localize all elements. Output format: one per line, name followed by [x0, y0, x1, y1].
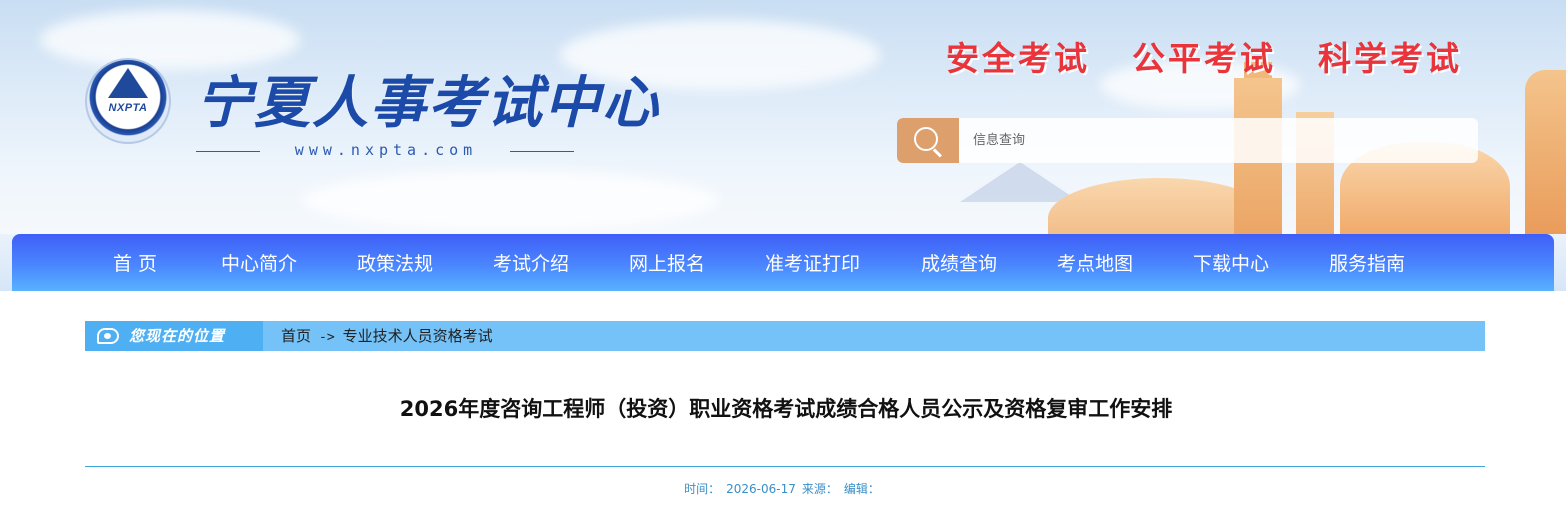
- meta-time-label: 时间：: [684, 482, 721, 496]
- breadcrumb-label-text: 您现在的位置: [129, 327, 226, 345]
- site-url: www.nxpta.com: [294, 141, 478, 159]
- slogan-safe: 安全考试: [946, 39, 1090, 78]
- site-title[interactable]: 宁夏人事考试中心: [196, 58, 660, 139]
- meta-editor-label: 编辑：: [843, 482, 880, 496]
- cloud-decoration: [300, 170, 720, 230]
- nav-item-downloads[interactable]: 下载中心: [1193, 249, 1329, 276]
- nav-bar-wrapper: 首 页 中心简介 政策法规 考试介绍 网上报名 准考证打印 成绩查询 考点地图 …: [0, 234, 1566, 291]
- breadcrumb-separator: ->: [319, 330, 335, 345]
- building-decoration: [1525, 70, 1566, 240]
- nav-item-exam-site-map[interactable]: 考点地图: [1057, 249, 1193, 276]
- url-divider-left: [196, 151, 260, 152]
- breadcrumb-current-link[interactable]: 专业技术人员资格考试: [343, 327, 493, 345]
- breadcrumb-home-link[interactable]: 首页: [281, 327, 311, 345]
- logo-text: NXPTA: [108, 102, 148, 114]
- header-banner: NXPTA 宁夏人事考试中心 www.nxpta.com 安全考试 公平考试 科学考…: [0, 0, 1566, 240]
- mountain-decoration: [960, 162, 1080, 202]
- nav-item-online-registration[interactable]: 网上报名: [629, 249, 765, 276]
- search-button[interactable]: [897, 118, 959, 163]
- breadcrumb-path: 首页 -> 专业技术人员资格考试: [281, 321, 493, 351]
- title-divider: [85, 466, 1485, 467]
- slogans: 安全考试 公平考试 科学考试: [946, 32, 1462, 80]
- nav-item-score-query[interactable]: 成绩查询: [921, 249, 1057, 276]
- meta-time-value: 2026-06-17: [726, 482, 796, 496]
- search-icon-handle: [933, 148, 942, 158]
- main-nav: 首 页 中心简介 政策法规 考试介绍 网上报名 准考证打印 成绩查询 考点地图 …: [12, 234, 1554, 291]
- breadcrumb: 您现在的位置 首页 -> 专业技术人员资格考试: [85, 321, 1485, 351]
- nav-item-service-guide[interactable]: 服务指南: [1329, 249, 1439, 276]
- url-divider-right: [510, 151, 574, 152]
- article-title: 2026年度咨询工程师（投资）职业资格考试成绩合格人员公示及资格复审工作安排: [399, 397, 1173, 421]
- search-box: [897, 118, 1478, 163]
- search-input[interactable]: [959, 118, 1478, 163]
- nav-item-home[interactable]: 首 页: [113, 249, 221, 276]
- meta-source-label: 来源：: [801, 482, 838, 496]
- location-bubble-icon: [97, 328, 119, 344]
- nav-item-policies[interactable]: 政策法规: [357, 249, 493, 276]
- breadcrumb-label: 您现在的位置: [85, 321, 263, 351]
- nav-item-admission-ticket[interactable]: 准考证打印: [765, 249, 921, 276]
- slogan-scientific: 科学考试: [1318, 39, 1462, 78]
- article-meta: 时间： 2026-06-17 来源： 编辑：: [85, 480, 1485, 497]
- nav-item-about[interactable]: 中心简介: [221, 249, 357, 276]
- slogan-fair: 公平考试: [1132, 39, 1276, 78]
- nav-item-exam-intro[interactable]: 考试介绍: [493, 249, 629, 276]
- logo-peak-decoration: [108, 68, 148, 98]
